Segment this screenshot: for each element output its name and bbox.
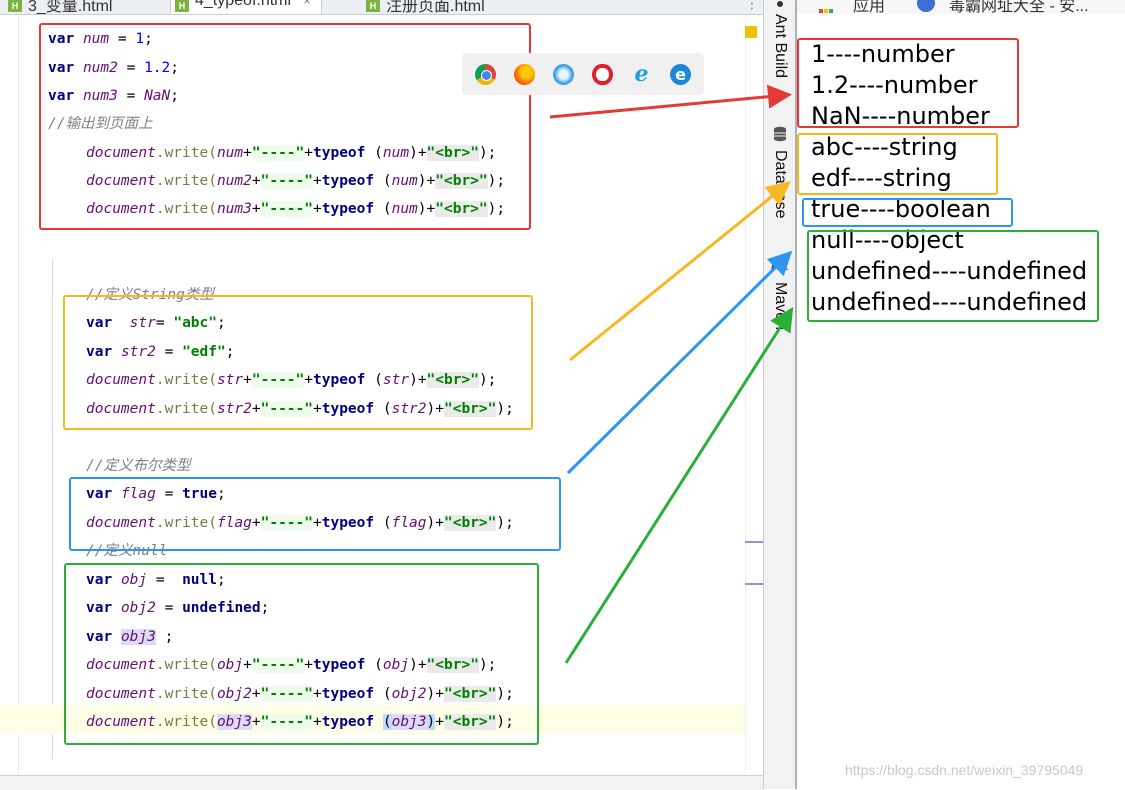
code-line: document.write(num2+"----"+typeof (num)+… bbox=[86, 173, 506, 189]
code-line: document.write(obj2+"----"+typeof (obj2)… bbox=[86, 686, 514, 702]
right-tool-strip: Ant Build Database m Maven bbox=[763, 0, 797, 789]
code-line: var num2 = 1.2; bbox=[48, 60, 179, 76]
indent-guide bbox=[52, 259, 53, 759]
bookmark-site[interactable]: 毒霸网址大全 - 安... bbox=[949, 0, 1089, 14]
code-line: var num3 = NaN; bbox=[48, 88, 179, 104]
code-line: var num = 1; bbox=[48, 31, 153, 47]
status-bar bbox=[0, 775, 763, 790]
error-stripe-mark[interactable] bbox=[745, 541, 763, 543]
html-file-icon: H bbox=[175, 0, 189, 12]
tab-register[interactable]: H 注册页面.html bbox=[362, 0, 485, 14]
output-line: undefined----undefined bbox=[811, 288, 1088, 316]
code-line: document.write(num+"----"+typeof (num)+"… bbox=[86, 145, 497, 161]
editor-tab-bar: H 3_变量.html H 4_typeof.html × H 注册页面.htm… bbox=[0, 0, 763, 15]
output-line: 1.2----number bbox=[811, 71, 978, 99]
output-line: true----boolean bbox=[811, 195, 991, 223]
code-line: document.write(str2+"----"+typeof (str2)… bbox=[86, 401, 514, 417]
code-line: var str= "abc"; bbox=[86, 315, 226, 331]
browser-output-pane: 应用 毒霸网址大全 - 安... 1----number 1.2----numb… bbox=[797, 0, 1125, 789]
maven-icon: m bbox=[770, 254, 790, 275]
firefox-icon[interactable] bbox=[514, 64, 535, 85]
error-stripe-mark[interactable] bbox=[745, 583, 763, 585]
tab-typeof[interactable]: H 4_typeof.html × bbox=[170, 0, 322, 14]
html-file-icon: H bbox=[8, 0, 22, 12]
opera-icon[interactable] bbox=[592, 64, 613, 85]
code-line: document.write(obj+"----"+typeof (obj)+"… bbox=[86, 657, 497, 673]
output-line: NaN----number bbox=[811, 102, 990, 130]
browser-chooser-bar: e e bbox=[462, 53, 704, 95]
output-line: undefined----undefined bbox=[811, 257, 1088, 285]
ant-icon bbox=[777, 1, 783, 7]
code-comment: //定义布尔类型 bbox=[86, 458, 191, 474]
tab-label: 3_变量.html bbox=[28, 0, 113, 15]
editor-gutter bbox=[0, 15, 19, 775]
code-line: document.write(obj3+"----"+typeof (obj3)… bbox=[86, 714, 514, 730]
more-tabs-icon[interactable]: ⋮ bbox=[745, 0, 759, 12]
watermark: https://blog.csdn.net/weixin_39795049 bbox=[845, 762, 1084, 778]
code-comment: //定义String类型 bbox=[86, 287, 214, 303]
code-line: document.write(str+"----"+typeof (str)+"… bbox=[86, 372, 497, 388]
tab-label: 注册页面.html bbox=[386, 0, 485, 15]
code-line: var obj3 ; bbox=[86, 629, 174, 645]
output-line: abc----string bbox=[811, 133, 958, 161]
edge-icon[interactable]: e bbox=[670, 64, 691, 85]
output-line: null----object bbox=[811, 226, 964, 254]
bookmarks-bar: 应用 毒霸网址大全 - 安... bbox=[797, 0, 1125, 14]
chrome-icon[interactable] bbox=[475, 64, 496, 85]
code-line: var obj2 = undefined; bbox=[86, 600, 270, 616]
maven-tab[interactable]: Maven bbox=[771, 282, 789, 330]
database-icon bbox=[774, 126, 786, 142]
code-line: document.write(flag+"----"+typeof (flag)… bbox=[86, 515, 514, 531]
code-line: var str2 = "edf"; bbox=[86, 344, 235, 360]
ie-icon[interactable]: e bbox=[631, 63, 652, 85]
tab-label: 4_typeof.html bbox=[195, 0, 292, 9]
code-comment: //定义null bbox=[86, 543, 168, 559]
output-line: edf----string bbox=[811, 164, 952, 192]
globe-icon bbox=[917, 0, 935, 12]
bookmark-apps[interactable]: 应用 bbox=[853, 0, 885, 14]
html-file-icon: H bbox=[366, 0, 380, 12]
safari-icon[interactable] bbox=[553, 64, 574, 85]
code-line: var obj = null; bbox=[86, 572, 226, 588]
ant-build-tab[interactable]: Ant Build bbox=[771, 14, 789, 78]
database-tab[interactable]: Database bbox=[771, 150, 789, 219]
code-line: document.write(num3+"----"+typeof (num)+… bbox=[86, 201, 506, 217]
code-line: var flag = true; bbox=[86, 486, 226, 502]
warning-marker-icon[interactable] bbox=[745, 26, 757, 38]
output-line: 1----number bbox=[811, 40, 955, 68]
tab-variables[interactable]: H 3_变量.html bbox=[4, 0, 112, 14]
editor-scrollbar[interactable] bbox=[745, 15, 764, 775]
code-comment: //输出到页面上 bbox=[48, 116, 153, 132]
close-tab-icon[interactable]: × bbox=[304, 0, 311, 8]
apps-icon[interactable] bbox=[819, 0, 835, 13]
